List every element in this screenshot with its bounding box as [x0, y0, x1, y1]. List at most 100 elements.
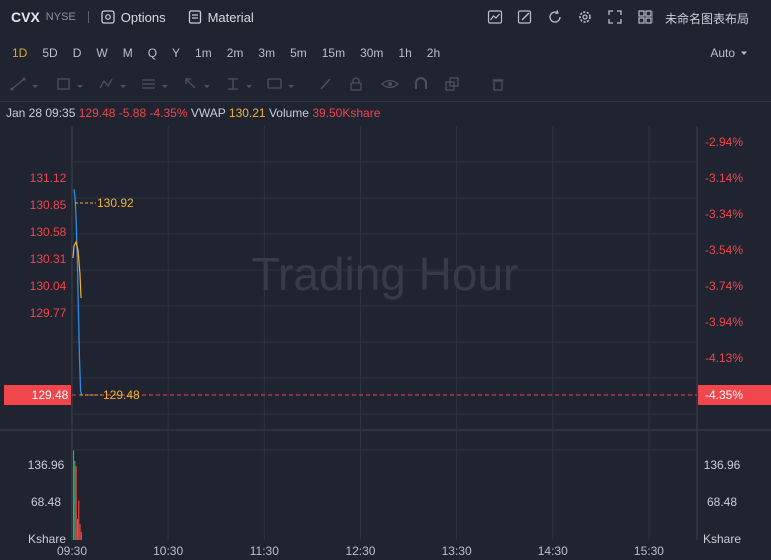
volume-bar	[79, 524, 81, 540]
timeframe-1h[interactable]: 1h	[392, 43, 417, 63]
legend-change-pct: -4.35%	[149, 106, 188, 120]
current-price-value: 129.48	[32, 388, 69, 402]
volume-bar	[75, 466, 77, 540]
time-axis-label: 14:30	[538, 544, 568, 558]
visibility-eye-icon[interactable]	[381, 75, 399, 93]
chart-legend: Jan 28 09:35 129.48 -5.88 -4.35% VWAP 13…	[6, 106, 380, 120]
timeframe-30m[interactable]: 30m	[354, 43, 389, 63]
volume-bar	[74, 460, 76, 540]
scale-mode-dropdown[interactable]: Auto	[710, 46, 749, 60]
legend-datetime: Jan 28 09:35	[6, 106, 76, 120]
current-pct-tag	[698, 385, 771, 405]
timeframe-3m[interactable]: 3m	[252, 43, 281, 63]
time-axis-label: 13:30	[442, 544, 472, 558]
material-button[interactable]: Material	[188, 10, 254, 25]
volume-unit-right: Kshare	[703, 532, 741, 546]
toolbar-chart-divider	[0, 101, 771, 102]
price-series-line	[73, 189, 83, 396]
header-divider	[652, 11, 653, 23]
material-icon	[188, 10, 201, 24]
timeframe-5d[interactable]: 5D	[36, 43, 63, 63]
price-axis-label: 130.85	[30, 198, 67, 212]
percent-axis-label: -3.54%	[705, 243, 743, 257]
volume-bar	[76, 518, 78, 540]
percent-axis-label: -3.34%	[705, 207, 743, 221]
trash-icon[interactable]	[490, 75, 506, 93]
timeframe-5m[interactable]: 5m	[284, 43, 313, 63]
volume-axis-label-left: 68.48	[31, 495, 61, 509]
top-toolbar: CVX NYSE Options Material 未命名图表布局	[0, 0, 771, 34]
pattern-tool-icon[interactable]	[98, 75, 128, 93]
timeframe-w[interactable]: W	[90, 43, 113, 63]
percent-axis-label: -3.14%	[705, 171, 743, 185]
options-label: Options	[120, 9, 166, 25]
time-axis-label: 11:30	[250, 544, 279, 558]
clone-icon[interactable]	[444, 75, 460, 93]
price-axis-label: 129.77	[30, 306, 67, 320]
ticker-symbol[interactable]: CVX	[11, 9, 40, 25]
time-axis-label: 12:30	[345, 544, 375, 558]
vwap-series-line	[72, 240, 82, 299]
annotation-tool-icon[interactable]	[266, 75, 296, 93]
fullscreen-icon[interactable]	[600, 7, 630, 27]
arrow-tool-icon[interactable]	[182, 75, 212, 93]
volume-axis-label-left: 136.96	[28, 458, 65, 472]
header-icon-group	[480, 7, 660, 27]
drawing-toolbar	[0, 72, 771, 96]
timeframe-bar: 1D 5D D W M Q Y 1m 2m 3m 5m 15m 30m 1h 2h	[0, 40, 771, 66]
volume-unit-left: Kshare	[28, 532, 66, 546]
lock-icon[interactable]	[348, 75, 364, 93]
caret-down-icon	[741, 51, 747, 55]
timeframe-d[interactable]: D	[67, 43, 88, 63]
options-button[interactable]: Options	[101, 10, 166, 25]
time-axis-label: 10:30	[153, 544, 183, 558]
legend-volume-value: 39.50Kshare	[312, 106, 381, 120]
volume-bar	[78, 500, 80, 540]
timeframe-q[interactable]: Q	[142, 43, 163, 63]
material-label: Material	[207, 9, 254, 25]
legend-volume-label: Volume	[268, 106, 309, 120]
low-marker-label: 129.48	[103, 388, 140, 402]
magnet-icon[interactable]	[413, 75, 429, 93]
timeframe-1m[interactable]: 1m	[189, 43, 218, 63]
trend-line-tool-icon[interactable]	[10, 75, 40, 93]
price-axis-label: 130.58	[30, 225, 67, 239]
chart-type-icon[interactable]	[480, 7, 510, 27]
layout-grid-icon[interactable]	[630, 7, 660, 27]
price-axis-label: 130.31	[30, 252, 67, 266]
current-price-tag	[4, 385, 71, 405]
timeframe-15m[interactable]: 15m	[316, 43, 351, 63]
timeframe-2m[interactable]: 2m	[221, 43, 250, 63]
time-axis-label: 09:30	[57, 544, 87, 558]
options-icon	[101, 10, 115, 24]
volume-bar	[80, 532, 82, 540]
volume-bar	[73, 450, 75, 540]
brush-icon[interactable]	[318, 75, 334, 93]
timeframe-y[interactable]: Y	[166, 43, 186, 63]
edit-icon[interactable]	[510, 7, 540, 27]
timeframe-1d[interactable]: 1D	[6, 43, 33, 63]
timeframe-m[interactable]: M	[117, 43, 139, 63]
fib-tool-icon[interactable]	[140, 75, 170, 93]
high-marker-label: 130.92	[97, 196, 134, 210]
legend-change: -5.88	[118, 106, 147, 120]
rectangle-tool-icon[interactable]	[55, 75, 85, 93]
time-axis-label: 15:30	[634, 544, 664, 558]
session-watermark: Trading Hour	[252, 248, 519, 300]
timeframe-2h[interactable]: 2h	[421, 43, 446, 63]
legend-price: 129.48	[78, 106, 116, 120]
exchange-label: NYSE	[45, 11, 76, 23]
current-pct-value: -4.35%	[705, 388, 743, 402]
price-axis-label: 131.12	[30, 171, 67, 185]
settings-gear-icon[interactable]	[570, 7, 600, 27]
legend-vwap-label: VWAP	[190, 106, 226, 120]
percent-axis-label: -2.94%	[705, 135, 743, 149]
scale-mode-label: Auto	[710, 46, 735, 60]
percent-axis-label: -3.74%	[705, 279, 743, 293]
percent-axis-label: -3.94%	[705, 315, 743, 329]
legend-vwap-value: 130.21	[228, 106, 266, 120]
measure-tool-icon[interactable]	[224, 75, 254, 93]
layout-name-dropdown[interactable]: 未命名图表布局	[665, 10, 749, 27]
toolbar-divider	[87, 11, 89, 23]
refresh-icon[interactable]	[540, 7, 570, 27]
